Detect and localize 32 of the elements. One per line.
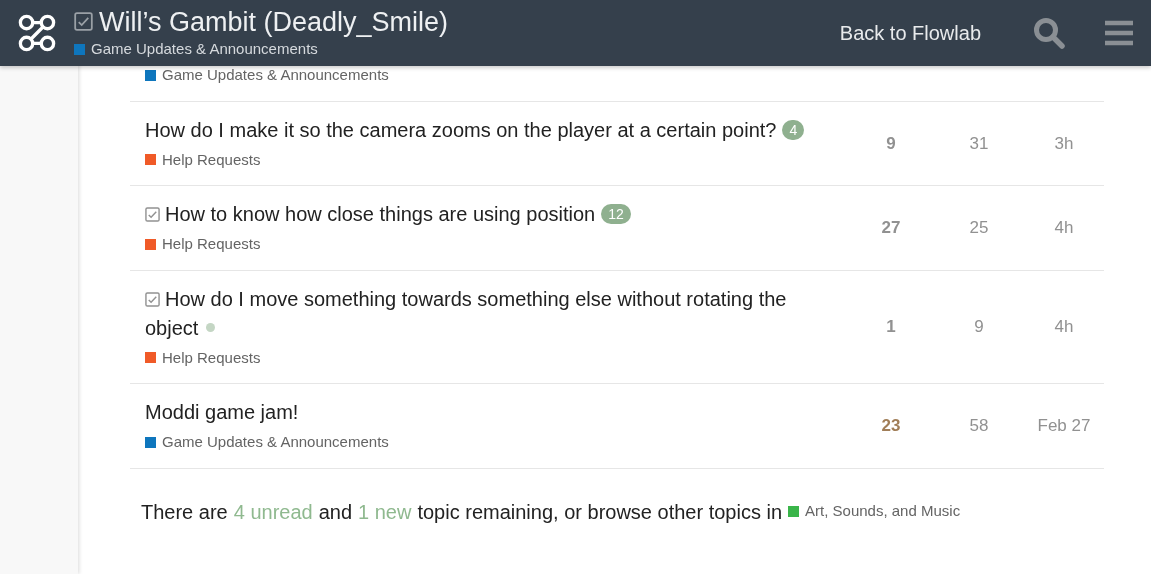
- checkbox-icon: [74, 12, 93, 32]
- back-link[interactable]: Back to Flowlab: [839, 18, 981, 48]
- view-count: 31: [968, 132, 990, 155]
- category-link[interactable]: Game Updates & Announcements: [162, 431, 389, 454]
- category-link[interactable]: Game Updates & Announcements: [91, 37, 318, 61]
- category-link[interactable]: Help Requests: [162, 346, 261, 369]
- reply-count: 27: [880, 217, 902, 239]
- topic-title[interactable]: Moddi game jam!: [145, 398, 828, 427]
- search-icon[interactable]: [1033, 17, 1065, 49]
- activity-time[interactable]: 4h: [1024, 215, 1104, 241]
- activity-time[interactable]: 4h: [1024, 314, 1104, 340]
- category-link[interactable]: Art, Sounds, and Music: [805, 500, 961, 523]
- checkbox-icon: [145, 291, 160, 307]
- category-link[interactable]: Help Requests: [162, 148, 261, 171]
- topic-title[interactable]: How do I make it so the camera zooms on the player at a certain point? 4: [145, 115, 828, 145]
- menu-icon[interactable]: [1105, 20, 1133, 46]
- view-count: 9: [973, 316, 985, 338]
- activity-time[interactable]: Feb 27: [1024, 413, 1104, 439]
- topic-header-title[interactable]: Will’s Gambit (Deadly_Smile): [99, 5, 449, 38]
- category-link[interactable]: Game Updates & Announcements: [162, 64, 389, 87]
- reply-count: 9: [885, 132, 897, 155]
- topic-title[interactable]: How do I move something towards something else without rotating the object: [145, 284, 828, 343]
- topic-title[interactable]: How to know how close things are using position 12: [145, 200, 828, 229]
- suggested-topics-text: There are 4 unread and 1 new topic remaining, or browse other topics in Art, Sounds, and Music: [130, 496, 1104, 527]
- category-link[interactable]: Help Requests: [162, 233, 261, 256]
- reply-count: 1: [885, 316, 897, 338]
- view-count: 58: [968, 415, 990, 437]
- checkbox-icon: [145, 207, 160, 222]
- activity-time[interactable]: 3h: [1024, 130, 1104, 156]
- view-count: 25: [968, 217, 990, 239]
- reply-count: 23: [880, 415, 902, 437]
- logo-icon[interactable]: [18, 14, 56, 52]
